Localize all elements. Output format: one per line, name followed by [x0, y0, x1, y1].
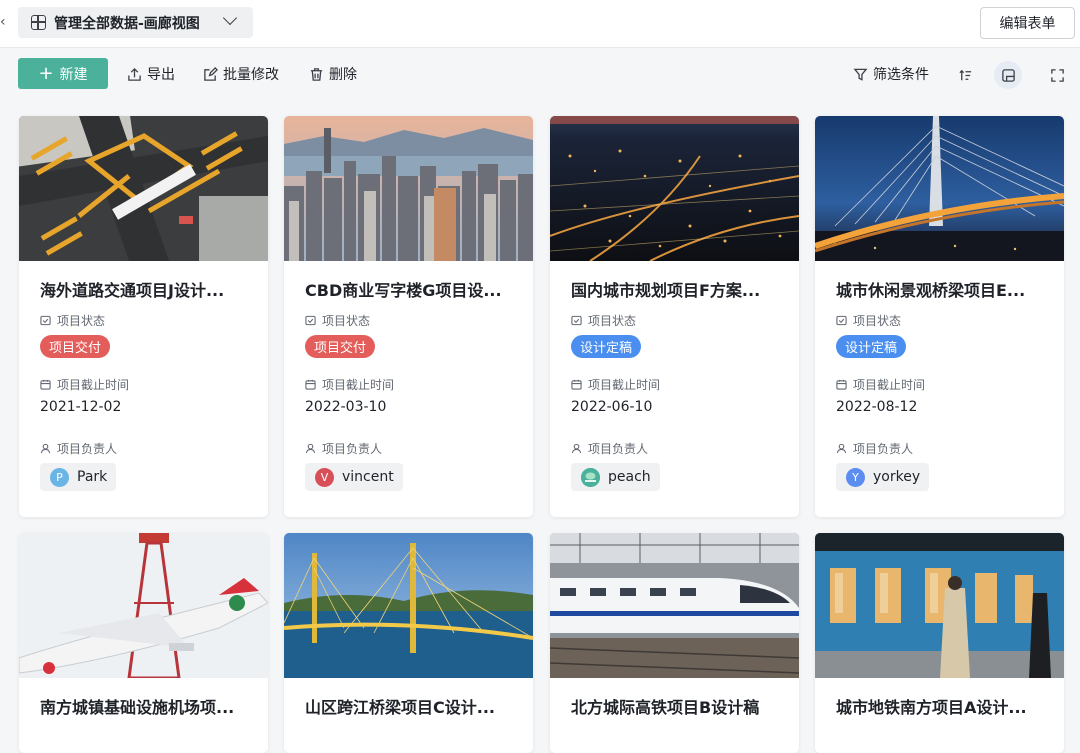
owner-chip[interactable]: peach: [571, 463, 660, 491]
new-label: 新建: [59, 66, 88, 83]
card-image: [19, 116, 268, 261]
calendar-icon: [305, 379, 316, 390]
owner-name: peach: [608, 469, 651, 485]
status-field-label: 项目状态: [305, 312, 370, 329]
calendar-icon: [40, 379, 51, 390]
owner-field-label: 项目负责人: [305, 440, 382, 457]
batch-edit-button[interactable]: 批量修改: [203, 64, 279, 84]
owner-chip[interactable]: V vincent: [305, 463, 403, 491]
status-field-label: 项目状态: [571, 312, 636, 329]
deadline-value: 2022-08-12: [836, 399, 918, 415]
status-field-label: 项目状态: [836, 312, 901, 329]
user-icon: [571, 443, 582, 454]
back-chevron-icon[interactable]: ‹: [0, 14, 8, 32]
card-image: [284, 116, 533, 261]
status-badge: 项目交付: [305, 335, 376, 358]
filter-button[interactable]: 筛选条件: [853, 64, 929, 84]
calendar-icon: [836, 379, 847, 390]
deadline-field-label: 项目截止时间: [40, 376, 129, 393]
view-selector[interactable]: 管理全部数据-画廊视图: [18, 7, 253, 38]
user-icon: [836, 443, 847, 454]
owner-field-label: 项目负责人: [40, 440, 117, 457]
deadline-value: 2021-12-02: [40, 399, 122, 415]
status-badge: 项目交付: [40, 335, 111, 358]
filter-icon: [853, 68, 868, 81]
card-title: 北方城际高铁项目B设计稿: [571, 698, 760, 717]
new-record-button[interactable]: + 新建: [18, 58, 108, 89]
user-icon: [40, 443, 51, 454]
avatar-image-icon: [581, 467, 600, 487]
delete-button[interactable]: 删除: [309, 64, 357, 84]
deadline-value: 2022-03-10: [305, 399, 387, 415]
delete-label: 删除: [329, 67, 357, 83]
export-icon: [128, 67, 141, 81]
export-label: 导出: [147, 67, 175, 83]
gallery-card[interactable]: 城市休闲景观桥梁项目E... 项目状态 设计定稿 项目截止时间 2022-08-…: [815, 116, 1064, 517]
owner-chip[interactable]: P Park: [40, 463, 117, 491]
status-icon: [40, 315, 51, 326]
status-icon: [836, 315, 847, 326]
trash-icon: [310, 67, 323, 81]
deadline-field-label: 项目截止时间: [305, 376, 394, 393]
card-title: 国内城市规划项目F方案...: [571, 281, 761, 300]
card-style-icon: [1001, 68, 1015, 82]
avatar: V: [315, 467, 334, 487]
gallery-card[interactable]: 南方城镇基础设施机场项...: [19, 533, 268, 753]
top-bar: ‹ 管理全部数据-画廊视图 编辑表单: [0, 0, 1080, 48]
card-image: [815, 533, 1064, 678]
sort-button[interactable]: [951, 61, 979, 89]
batch-edit-icon: [204, 66, 218, 81]
plus-icon: +: [38, 62, 54, 84]
owner-field-label: 项目负责人: [571, 440, 648, 457]
card-style-button[interactable]: [994, 61, 1022, 89]
owner-name: yorkey: [873, 469, 921, 485]
deadline-field-label: 项目截止时间: [571, 376, 660, 393]
fullscreen-icon: [1050, 68, 1064, 82]
avatar: Y: [846, 467, 865, 487]
gallery-card[interactable]: 海外道路交通项目J设计... 项目状态 项目交付 项目截止时间 2021-12-…: [19, 116, 268, 517]
gallery-card[interactable]: CBD商业写字楼G项目设... 项目状态 项目交付 项目截止时间 2022-03…: [284, 116, 533, 517]
card-image: [550, 533, 799, 678]
toolbar: + 新建 导出 批量修改 删除 筛选条件: [0, 48, 1080, 106]
status-icon: [571, 315, 582, 326]
avatar: P: [50, 467, 69, 487]
fullscreen-button[interactable]: [1043, 61, 1071, 89]
chevron-down-icon: [222, 10, 238, 26]
export-button[interactable]: 导出: [127, 64, 175, 84]
gallery-card[interactable]: 国内城市规划项目F方案... 项目状态 设计定稿 项目截止时间 2022-06-…: [550, 116, 799, 517]
owner-chip[interactable]: Y yorkey: [836, 463, 930, 491]
card-image: [815, 116, 1064, 261]
deadline-value: 2022-06-10: [571, 399, 653, 415]
view-title: 管理全部数据-画廊视图: [54, 15, 200, 32]
card-title: 城市地铁南方项目A设计...: [836, 698, 1027, 717]
owner-name: vincent: [342, 469, 394, 485]
card-image: [19, 533, 268, 678]
status-badge: 设计定稿: [571, 335, 642, 358]
gallery-grid-icon: [31, 15, 46, 30]
avatar: [581, 467, 600, 487]
card-title: CBD商业写字楼G项目设...: [305, 281, 502, 300]
card-title: 城市休闲景观桥梁项目E...: [836, 281, 1026, 300]
status-badge: 设计定稿: [836, 335, 907, 358]
card-title: 南方城镇基础设施机场项...: [40, 698, 235, 717]
calendar-icon: [571, 379, 582, 390]
edit-form-button[interactable]: 编辑表单: [980, 7, 1075, 39]
gallery-card[interactable]: 城市地铁南方项目A设计...: [815, 533, 1064, 753]
deadline-field-label: 项目截止时间: [836, 376, 925, 393]
batch-edit-label: 批量修改: [223, 67, 279, 83]
card-image: [284, 533, 533, 678]
sort-icon: [958, 69, 971, 80]
status-field-label: 项目状态: [40, 312, 105, 329]
card-title: 海外道路交通项目J设计...: [40, 281, 225, 300]
gallery-card[interactable]: 山区跨江桥梁项目C设计...: [284, 533, 533, 753]
user-icon: [305, 443, 316, 454]
status-icon: [305, 315, 316, 326]
card-title: 山区跨江桥梁项目C设计...: [305, 698, 495, 717]
owner-name: Park: [77, 469, 108, 485]
filter-label: 筛选条件: [873, 67, 929, 83]
owner-field-label: 项目负责人: [836, 440, 913, 457]
card-image: [550, 116, 799, 261]
gallery-card[interactable]: 北方城际高铁项目B设计稿: [550, 533, 799, 753]
